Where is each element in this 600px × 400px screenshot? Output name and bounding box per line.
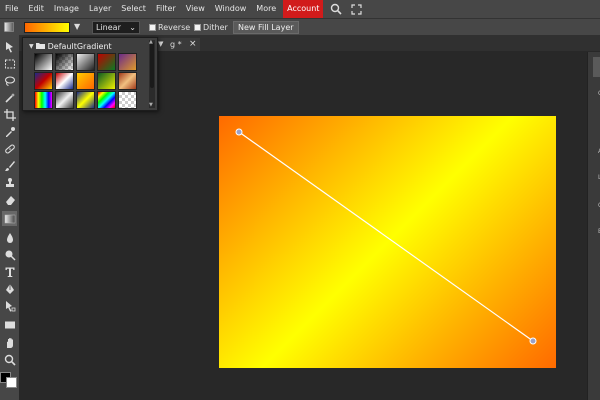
- menu-more[interactable]: More: [251, 0, 281, 18]
- brush-tool-icon[interactable]: [2, 158, 17, 173]
- close-tab-icon[interactable]: ×: [189, 38, 197, 51]
- blur-tool-icon[interactable]: [2, 230, 17, 245]
- menu-image[interactable]: Image: [49, 0, 84, 18]
- gradient-swatch[interactable]: [55, 91, 74, 109]
- text-tool-icon[interactable]: [2, 264, 17, 279]
- marquee-tool-icon[interactable]: [2, 56, 17, 71]
- scroll-up-icon[interactable]: ▲: [149, 39, 153, 45]
- gradient-swatch[interactable]: [34, 72, 53, 90]
- gradient-swatch[interactable]: [76, 72, 95, 90]
- document-tab-title: g *: [170, 40, 182, 49]
- crop-tool-icon[interactable]: [2, 107, 17, 122]
- gradient-tool-icon[interactable]: [2, 211, 17, 226]
- gradient-swatch[interactable]: [34, 53, 53, 71]
- gradient-swatch[interactable]: [55, 72, 74, 90]
- gradient-end-handle: [529, 337, 537, 345]
- zoom-tool-icon[interactable]: [2, 352, 17, 367]
- gradient-picker-popup: ▼ DefaultGradient ▲ ▼: [22, 37, 158, 111]
- tab-collapse-icon[interactable]: ▼: [158, 38, 163, 51]
- gradient-swatch[interactable]: [55, 53, 74, 71]
- clone-stamp-tool-icon[interactable]: [2, 175, 17, 190]
- chevron-down-icon: ⌄: [129, 23, 136, 32]
- gradient-swatch-grid: [34, 53, 154, 110]
- gradient-type-select[interactable]: Linear ⌄: [92, 21, 140, 34]
- tools-panel: [0, 35, 19, 400]
- menu-layer[interactable]: Layer: [84, 0, 116, 18]
- menu-edit[interactable]: Edit: [23, 0, 49, 18]
- hand-tool-icon[interactable]: [2, 335, 17, 350]
- document-tab[interactable]: ▼ g * ×: [156, 38, 200, 51]
- pen-tool-icon[interactable]: [2, 281, 17, 296]
- dodge-tool-icon[interactable]: [2, 247, 17, 262]
- gradient-tool-indicator-icon: [4, 22, 14, 32]
- right-panel-tab[interactable]: [593, 57, 600, 77]
- background-color-swatch[interactable]: [6, 377, 17, 388]
- gradient-direction-line: [238, 131, 534, 342]
- eraser-tool-icon[interactable]: [2, 192, 17, 207]
- gradient-start-handle: [235, 128, 243, 136]
- gradient-dropdown-arrow-icon[interactable]: ▼: [74, 22, 80, 31]
- menu-view[interactable]: View: [181, 0, 210, 18]
- menu-file[interactable]: File: [0, 0, 23, 18]
- fullscreen-icon[interactable]: [349, 2, 363, 16]
- gradient-swatch[interactable]: [118, 53, 137, 71]
- gradient-swatch[interactable]: [76, 91, 95, 109]
- menu-bar: File Edit Image Layer Select Filter View…: [0, 0, 600, 18]
- tool-options-bar: ▼ Linear ⌄ Reverse Dither New Fill Layer: [0, 18, 600, 35]
- gradient-preview[interactable]: [24, 22, 70, 33]
- dither-checkbox[interactable]: [194, 24, 201, 31]
- reverse-checkbox[interactable]: [149, 24, 156, 31]
- gradient-line-overlay[interactable]: [219, 116, 556, 368]
- magic-wand-tool-icon[interactable]: [2, 90, 17, 105]
- collapse-arrow-icon[interactable]: ▼: [29, 43, 34, 50]
- document-canvas[interactable]: [219, 116, 556, 368]
- popup-scrollbar-thumb[interactable]: [150, 42, 154, 88]
- menu-select[interactable]: Select: [116, 0, 151, 18]
- path-select-tool-icon[interactable]: [2, 298, 17, 313]
- account-button[interactable]: Account: [283, 0, 324, 18]
- shape-tool-icon[interactable]: [2, 317, 17, 332]
- gradient-swatch[interactable]: [97, 91, 116, 109]
- gradient-swatch[interactable]: [76, 53, 95, 71]
- scroll-down-icon[interactable]: ▼: [149, 102, 153, 108]
- search-icon[interactable]: [329, 2, 343, 16]
- healing-tool-icon[interactable]: [2, 141, 17, 156]
- gradient-folder-header[interactable]: ▼ DefaultGradient: [29, 41, 112, 52]
- move-tool-icon[interactable]: [2, 39, 17, 54]
- menu-filter[interactable]: Filter: [151, 0, 181, 18]
- new-fill-layer-button[interactable]: New Fill Layer: [233, 21, 299, 34]
- menu-window[interactable]: Window: [210, 0, 252, 18]
- reverse-label: Reverse: [158, 23, 191, 32]
- gradient-swatch[interactable]: [118, 72, 137, 90]
- right-panel-edge: L G A L C E: [587, 52, 600, 400]
- folder-icon: [35, 42, 45, 51]
- gradient-swatch[interactable]: [34, 91, 53, 109]
- dither-label: Dither: [203, 23, 228, 32]
- gradient-swatch[interactable]: [118, 91, 137, 109]
- gradient-folder-name: DefaultGradient: [47, 42, 112, 51]
- eyedropper-tool-icon[interactable]: [2, 124, 17, 139]
- lasso-tool-icon[interactable]: [2, 73, 17, 88]
- gradient-type-value: Linear: [96, 23, 121, 32]
- gradient-swatch[interactable]: [97, 53, 116, 71]
- gradient-swatch[interactable]: [97, 72, 116, 90]
